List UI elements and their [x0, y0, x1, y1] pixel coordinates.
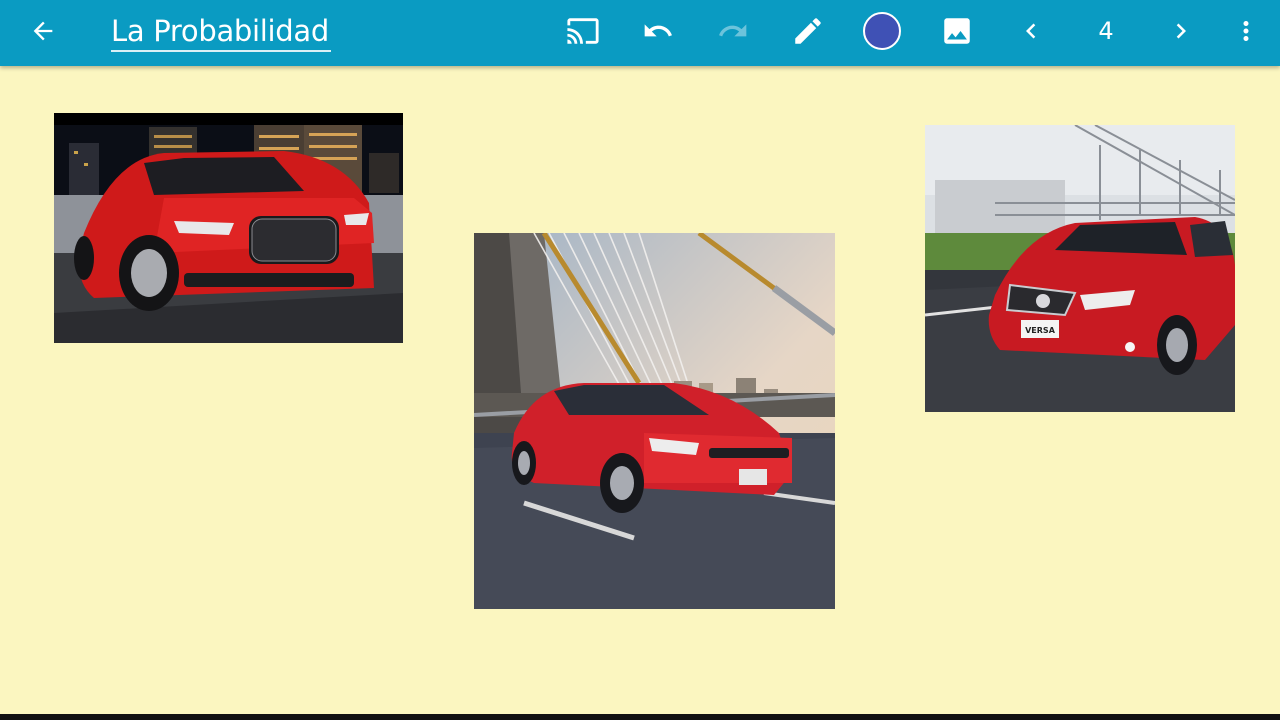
arrow-back-icon: [29, 17, 57, 45]
previous-page-button[interactable]: [1003, 0, 1059, 62]
page-number: 4: [1098, 17, 1114, 45]
more-vert-icon: [1231, 16, 1261, 46]
svg-text:VERSA: VERSA: [1025, 326, 1056, 335]
red-chrysler-300-photo[interactable]: [54, 113, 403, 343]
pen-color-swatch: [863, 12, 901, 50]
next-page-button[interactable]: [1153, 0, 1209, 62]
document-title-field[interactable]: La Probabilidad: [111, 12, 331, 58]
cast-button[interactable]: [555, 0, 611, 62]
pen-tool-button[interactable]: [780, 0, 836, 62]
pen-icon: [791, 14, 825, 48]
bottom-edge: [0, 714, 1280, 720]
cast-icon: [564, 14, 602, 48]
red-volkswagen-virtus-photo[interactable]: [474, 233, 835, 609]
chevron-right-icon: [1166, 16, 1196, 46]
redo-icon: [715, 15, 751, 47]
red-nissan-versa-photo[interactable]: VERSA: [925, 125, 1235, 412]
insert-image-icon: [940, 14, 974, 48]
insert-image-button[interactable]: [929, 0, 985, 62]
redo-button[interactable]: [705, 0, 761, 62]
chevron-left-icon: [1016, 16, 1046, 46]
app-toolbar: La Probabilidad 4: [0, 0, 1280, 66]
undo-button[interactable]: [630, 0, 686, 62]
document-title[interactable]: La Probabilidad: [111, 12, 331, 52]
back-button[interactable]: [15, 0, 71, 62]
undo-icon: [640, 15, 676, 47]
more-options-button[interactable]: [1218, 0, 1274, 62]
drawing-canvas[interactable]: VERSA: [0, 66, 1280, 714]
pen-color-button[interactable]: [854, 0, 910, 62]
